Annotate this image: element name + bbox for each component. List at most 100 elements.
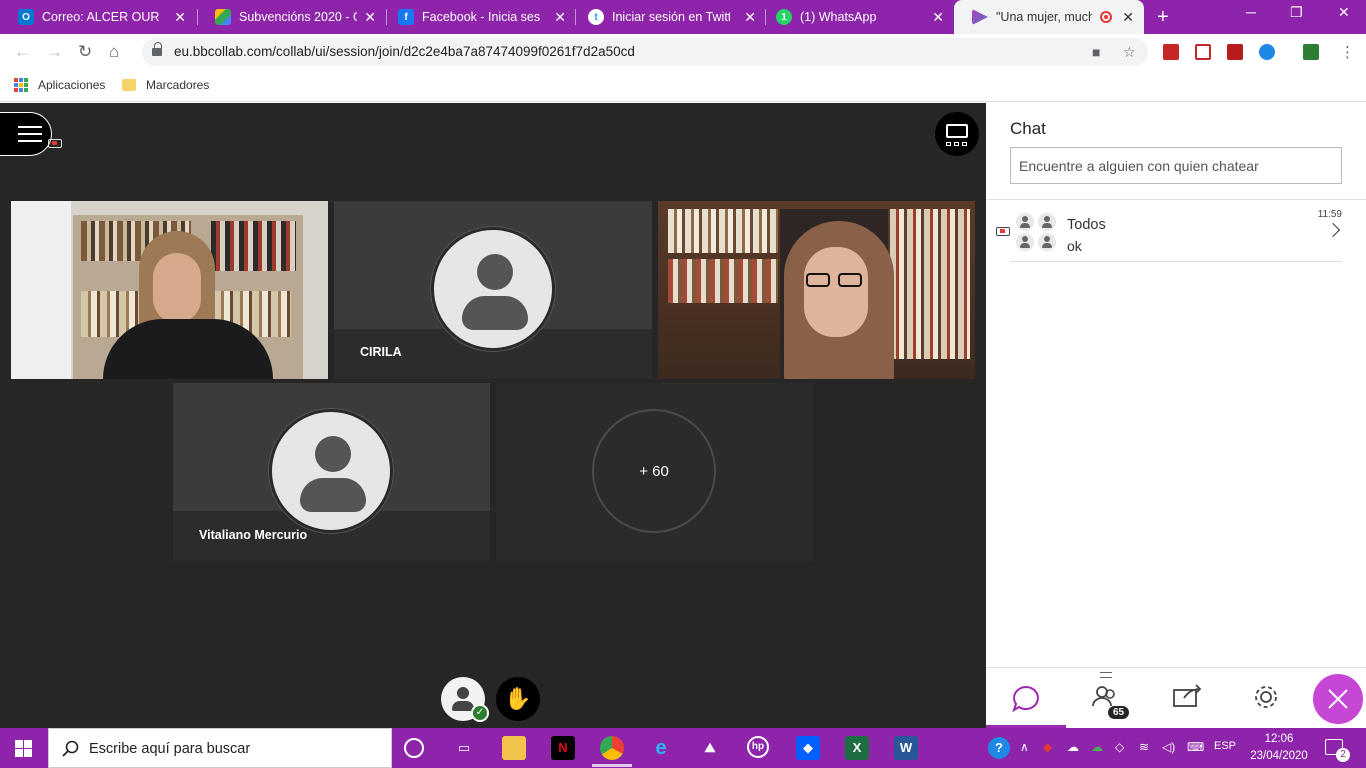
- user-avatar-icon: [477, 254, 513, 290]
- close-tab-icon[interactable]: ✕: [174, 9, 186, 26]
- layout-icon: [962, 142, 967, 146]
- tab-whatsapp[interactable]: 1 (1) WhatsApp ✕: [758, 0, 954, 34]
- folder-icon: [122, 79, 136, 91]
- extension-green-icon[interactable]: [1303, 44, 1319, 60]
- system-clock[interactable]: 12:06 23/04/2020: [1244, 731, 1314, 765]
- photos-icon[interactable]: ⛰: [698, 736, 722, 760]
- close-tab-icon[interactable]: ✕: [364, 9, 376, 26]
- wifi-icon[interactable]: ≋: [1139, 740, 1149, 754]
- browser-tab-strip: O Correo: ALCER OURENSE ✕ Subvencións 20…: [0, 0, 1366, 34]
- bookmark-star-icon[interactable]: ☆: [1123, 44, 1136, 61]
- forward-icon[interactable]: →: [46, 42, 63, 62]
- layout-icon: [946, 142, 951, 146]
- task-view-icon[interactable]: ▭: [452, 736, 476, 760]
- clock-date: 23/04/2020: [1250, 750, 1308, 762]
- home-icon[interactable]: ⌂: [109, 42, 119, 62]
- session-stage: CIRILA Vitaliano Mercurio + 60 ✓ ✋: [0, 103, 986, 728]
- bookmark-folder[interactable]: Marcadores: [122, 78, 209, 92]
- volume-icon[interactable]: ◁): [1162, 740, 1175, 754]
- layout-icon: [946, 124, 968, 138]
- dropbox-tray-icon[interactable]: ◇: [1115, 740, 1124, 754]
- tab-title: Facebook - Inicia sesión: [422, 10, 540, 24]
- input-language[interactable]: ESP: [1214, 740, 1236, 752]
- chat-search-input[interactable]: [1010, 147, 1342, 184]
- url-text[interactable]: eu.bbcollab.com/collab/ui/session/join/d…: [174, 44, 635, 59]
- share-content-tab-button[interactable]: [1146, 668, 1226, 729]
- recording-icon: [1100, 11, 1112, 23]
- attendees-tab-button[interactable]: 65: [1066, 668, 1146, 729]
- taskbar-search-box[interactable]: Escribe aquí para buscar: [48, 728, 392, 768]
- dropbox-icon[interactable]: ◆: [796, 736, 820, 760]
- show-hidden-icons-icon[interactable]: ∧: [1020, 740, 1029, 754]
- onedrive-icon[interactable]: ☁: [1067, 740, 1079, 754]
- windows-start-icon[interactable]: [15, 740, 32, 757]
- reload-icon[interactable]: ↻: [78, 42, 92, 62]
- close-tab-icon[interactable]: ✕: [932, 9, 944, 26]
- panel-title: Chat: [1010, 119, 1046, 138]
- chrome-icon[interactable]: [600, 736, 624, 760]
- layout-toggle-button[interactable]: [935, 112, 979, 156]
- session-menu-button[interactable]: [0, 112, 52, 156]
- more-menu-icon[interactable]: ⋮: [1340, 43, 1355, 61]
- whatsapp-icon: 1: [776, 9, 792, 25]
- edge-icon[interactable]: e: [649, 736, 673, 760]
- facebook-icon: f: [398, 9, 414, 25]
- hp-icon[interactable]: [1259, 44, 1275, 60]
- hp-icon[interactable]: hp: [747, 736, 769, 758]
- chat-tab-button[interactable]: [986, 668, 1066, 729]
- new-tab-icon[interactable]: +: [1157, 6, 1169, 29]
- file-explorer-icon[interactable]: [502, 736, 526, 760]
- excel-icon[interactable]: X: [845, 736, 869, 760]
- apps-grid-icon: [14, 78, 28, 92]
- hamburger-icon: [18, 140, 42, 142]
- close-tab-icon[interactable]: ✕: [744, 9, 756, 26]
- pdf-icon[interactable]: [1227, 44, 1243, 60]
- chat-conversation-everyone[interactable]: Todos ok 11:59: [1010, 207, 1342, 262]
- restore-icon[interactable]: ❐: [1290, 4, 1303, 21]
- camera-permission-icon[interactable]: ■: [1092, 44, 1100, 60]
- more-participants-label: + 60: [639, 462, 669, 480]
- more-participants-tile[interactable]: + 60: [496, 383, 813, 561]
- tab-subvencions[interactable]: Subvencións 2020 - Google ✕: [197, 0, 386, 34]
- word-icon[interactable]: W: [894, 736, 918, 760]
- video-feed-2[interactable]: [658, 201, 975, 379]
- raise-hand-button[interactable]: ✋: [496, 677, 540, 721]
- bookmark-apps[interactable]: Aplicaciones: [14, 78, 105, 92]
- person-icon: [1038, 233, 1056, 251]
- drag-handle-icon: [1100, 672, 1112, 678]
- cortana-icon[interactable]: [404, 738, 424, 758]
- extension-icon[interactable]: [1163, 44, 1179, 60]
- tab-collaborate[interactable]: "Una mujer, mucha ✕: [954, 0, 1144, 34]
- pocket-icon[interactable]: [1195, 44, 1211, 60]
- books: [211, 221, 296, 271]
- tab-correo[interactable]: O Correo: ALCER OURENSE ✕: [0, 0, 196, 34]
- bookmarks-bar: Aplicaciones Marcadores: [0, 70, 1366, 102]
- video-feed-1[interactable]: [11, 201, 328, 379]
- tab-facebook[interactable]: f Facebook - Inicia sesión ✕: [380, 0, 576, 34]
- close-panel-button[interactable]: [1313, 674, 1363, 724]
- lock-icon: [152, 42, 162, 57]
- help-icon[interactable]: ?: [988, 737, 1010, 759]
- close-window-icon[interactable]: ✕: [1338, 4, 1350, 21]
- divider: [986, 199, 1366, 200]
- tab-twitter[interactable]: t Iniciar sesión en Twitter ✕: [570, 0, 766, 34]
- close-tab-icon[interactable]: ✕: [554, 9, 566, 26]
- antivirus-icon[interactable]: ◆: [1043, 740, 1052, 754]
- settings-tab-button[interactable]: [1226, 668, 1306, 729]
- collaborate-icon: [972, 9, 988, 25]
- minimize-icon[interactable]: ─: [1246, 4, 1256, 20]
- participant-tile-cirila[interactable]: CIRILA: [334, 201, 652, 379]
- address-bar[interactable]: eu.bbcollab.com/collab/ui/session/join/d…: [142, 38, 1148, 66]
- netflix-icon[interactable]: N: [551, 736, 575, 760]
- books: [668, 209, 778, 253]
- bookmark-label: Aplicaciones: [38, 78, 106, 92]
- group-avatar-icon: [1016, 213, 1058, 253]
- participant-tile-vitaliano[interactable]: Vitaliano Mercurio: [173, 383, 490, 561]
- user-avatar-icon: [315, 436, 351, 472]
- back-icon[interactable]: ←: [14, 42, 31, 62]
- close-tab-icon[interactable]: ✕: [1122, 9, 1134, 26]
- tab-title: Subvencións 2020 - Google: [239, 10, 357, 24]
- keyboard-icon[interactable]: ⌨: [1187, 740, 1204, 754]
- camera-recording-icon: [48, 139, 62, 148]
- sync-icon[interactable]: ☁: [1091, 740, 1103, 754]
